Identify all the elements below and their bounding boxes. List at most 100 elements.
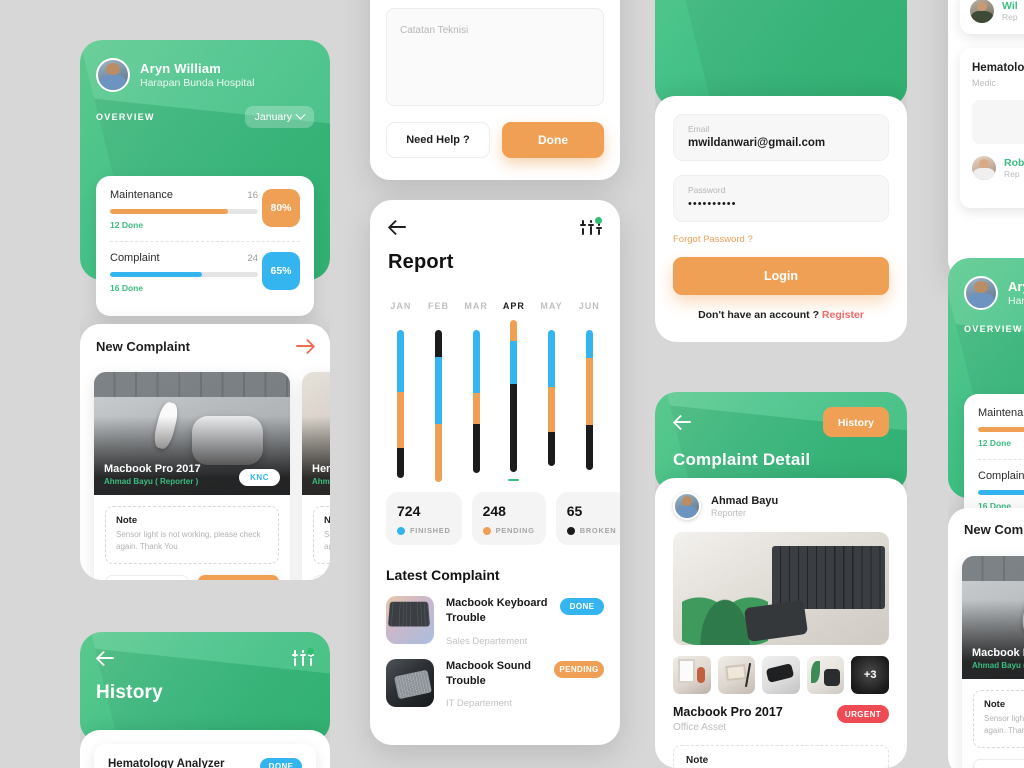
filter-icon[interactable] <box>292 648 314 668</box>
partial-card[interactable]: Wil Rep <box>960 0 1024 34</box>
chart-tick-label: JUN <box>578 301 600 311</box>
history-item[interactable]: Hematology Analyzer Medic DONE <box>94 744 316 768</box>
report-stat-row: 724 FINISHED 248 PENDING 65 BROKEN <box>370 484 620 545</box>
decline-button[interactable]: Decline <box>105 575 189 580</box>
login-button[interactable]: Login <box>673 257 889 295</box>
complaint-tag-label: KNC <box>250 473 269 482</box>
chart-bar <box>435 330 442 482</box>
note-label: Note <box>686 755 709 766</box>
stat-row: Complaint 24 16 Done 65% <box>110 252 300 293</box>
thumbnail[interactable] <box>762 656 800 694</box>
stat-title: Maintenance <box>110 189 173 201</box>
arrow-right-icon[interactable] <box>294 338 314 354</box>
accept-button[interactable]: Accept <box>197 575 279 580</box>
filter-icon[interactable] <box>580 217 602 237</box>
legend-dot-pending <box>482 526 491 535</box>
chart-bar <box>472 330 480 473</box>
technician-note-placeholder: Catatan Teknisi <box>400 25 469 36</box>
chart-bar <box>585 330 593 470</box>
complaint-thumbnail <box>386 596 434 644</box>
complaint-detail-header: History Complaint Detail <box>655 392 907 492</box>
progress-track <box>978 490 1024 495</box>
partial-card[interactable]: Hematolo Medic Rob Rep <box>960 48 1024 208</box>
thumbnail[interactable] <box>673 656 711 694</box>
complaint-card[interactable]: Hematology Analyzer Ahmad Bayu ( Reporte… <box>302 372 330 580</box>
history-button[interactable]: History <box>822 407 889 437</box>
urgency-badge-label: URGENT <box>844 709 882 719</box>
email-label: Email <box>688 124 710 134</box>
divider <box>978 459 1024 460</box>
chart-bar-active <box>510 320 518 472</box>
stat-percent-badge: 80% <box>262 189 300 227</box>
complaint-note: Note Sensor light is not working, please… <box>973 690 1024 748</box>
complaint-photo: Macbook Pro 2017 Ahmad Bayu ( Reporter )… <box>94 372 290 495</box>
history-partial-screen: Wil Rep Hematolo Medic Rob Rep <box>948 0 1024 280</box>
report-stat-card: 65 BROKEN <box>555 492 620 545</box>
stat-done: 12 Done <box>110 220 144 230</box>
note-text: Sensor light is not working, please chec… <box>324 530 330 552</box>
detail-note: Note <box>673 745 889 768</box>
back-arrow-icon[interactable] <box>388 217 408 237</box>
complaint-note: Note Sensor light is not working, please… <box>105 506 279 564</box>
thumbnail[interactable] <box>717 656 756 694</box>
chart-tick-label: MAR <box>464 301 488 311</box>
complaint-card[interactable]: Macbook Pro 2017 Ahmad Bayu ( Reporter )… <box>94 372 290 580</box>
need-help-button[interactable]: Need Help ? <box>386 122 490 158</box>
login-card: Email mwildanwari@gmail.com Password •••… <box>655 96 907 342</box>
partial-title: Hematolo <box>972 62 1024 74</box>
technician-note-field[interactable]: Catatan Teknisi <box>386 8 604 106</box>
complaint-hero-photo <box>673 532 889 645</box>
chevron-down-icon <box>295 109 306 120</box>
reporter-role: Reporter <box>711 507 747 518</box>
report-screen: Report JAN FEB MAR APR MAY JUN 724 FINIS… <box>370 200 620 745</box>
complaint-note: Note Sensor light is not working, please… <box>313 506 330 564</box>
chart-tick-label-active: APR <box>502 301 525 311</box>
stat-percent: 65% <box>270 265 292 277</box>
chart-tick-label: MAY <box>540 301 563 311</box>
password-field[interactable]: Password •••••••••• <box>673 175 889 222</box>
latest-complaint-item[interactable]: Macbook Sound Trouble IT Departement PEN… <box>370 647 620 710</box>
stat-total: 16 <box>247 190 258 201</box>
back-arrow-icon[interactable] <box>96 648 116 668</box>
complaint-card[interactable]: Macbook Pro 2017 Ahmad Bayu ( Reporter )… <box>962 556 1024 768</box>
complaint-detail-title: Complaint Detail <box>673 450 811 469</box>
progress-fill <box>110 272 202 277</box>
partial-inner-box <box>972 100 1024 144</box>
register-link[interactable]: Register <box>822 309 864 321</box>
complaint-device: Hematology Analyzer <box>312 463 330 475</box>
status-badge-label: DONE <box>268 762 294 768</box>
back-arrow-icon[interactable] <box>673 412 693 432</box>
forgot-password-link[interactable]: Forgot Password ? <box>673 234 889 245</box>
decline-button[interactable]: Decline <box>313 575 330 580</box>
new-complaint-sheet: New Complaint Macbook Pro 2017 Ahmad Bay… <box>948 508 1024 768</box>
stat-percent-badge: 65% <box>262 252 300 290</box>
complaint-photo: Macbook Pro 2017 Ahmad Bayu ( Reporter ) <box>962 556 1024 679</box>
report-bar-chart <box>370 314 620 484</box>
email-value: mwildanwari@gmail.com <box>688 137 826 149</box>
done-button[interactable]: Done <box>502 122 604 158</box>
stat-row: Maintenance 16 12 Done <box>978 407 1024 448</box>
progress-track <box>978 427 1024 432</box>
stat-done: 12 Done <box>978 438 1012 448</box>
history-button-label: History <box>837 417 874 429</box>
login-button-label: Login <box>763 269 798 283</box>
note-text: Sensor light is not working, please chec… <box>984 714 1024 736</box>
legend-dot-finished <box>397 526 405 535</box>
technician-note-screen: Catatan Teknisi Need Help ? Done <box>370 0 620 180</box>
thumbnail[interactable] <box>806 656 845 694</box>
month-selector[interactable]: January <box>244 106 314 128</box>
email-field[interactable]: Email mwildanwari@gmail.com <box>673 114 889 161</box>
stat-row: Maintenance 16 12 Done 80% <box>110 189 300 230</box>
login-screen: Email mwildanwari@gmail.com Password •••… <box>655 0 907 342</box>
report-stat-value: 724 <box>397 503 421 519</box>
latest-complaint-item-title: Macbook Sound Trouble <box>446 659 531 687</box>
latest-complaint-item[interactable]: Macbook Keyboard Trouble Sales Departeme… <box>370 583 620 647</box>
decline-button[interactable]: Decline <box>973 759 1024 768</box>
thumbnail-overflow[interactable]: +3 <box>851 656 889 694</box>
detail-device: Macbook Pro 2017 <box>673 705 783 719</box>
progress-track <box>110 209 258 214</box>
login-header <box>655 0 907 106</box>
latest-complaint-item-dept: IT Departement <box>446 698 512 710</box>
complaint-tag: KNC <box>239 469 280 486</box>
chart-tick-label: FEB <box>428 301 449 311</box>
